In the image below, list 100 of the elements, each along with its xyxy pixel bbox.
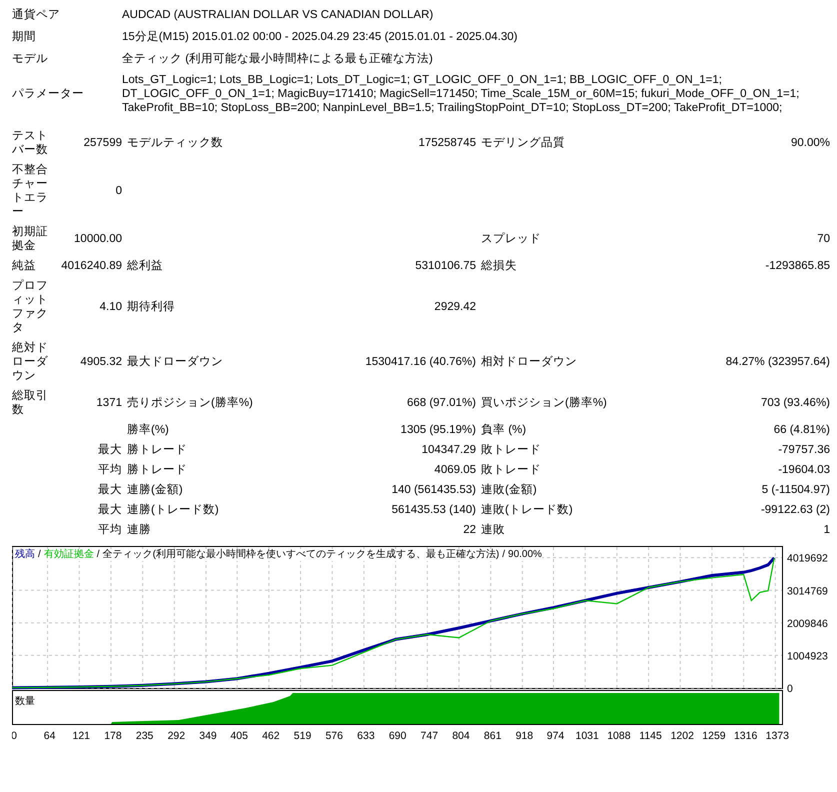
stat-label: 絶対ドローダウン bbox=[12, 340, 49, 384]
stat-label: スプレッド bbox=[481, 231, 542, 247]
x-axis-label: 747 bbox=[420, 730, 438, 742]
stat-value: 最大 bbox=[97, 482, 122, 498]
stat-value: 1530417.16 (40.76%) bbox=[364, 355, 476, 370]
stat-value: 84.27% (323957.64) bbox=[724, 355, 830, 370]
stat-value: 140 (561435.53) bbox=[390, 483, 476, 498]
stat-label: テストバー数 bbox=[12, 129, 49, 158]
stat-value: 0 bbox=[114, 184, 122, 199]
stat-value: 平均 bbox=[97, 522, 122, 538]
stat-label: 連敗(金額) bbox=[481, 482, 538, 498]
stat-value: 4016240.89 bbox=[61, 259, 122, 274]
stat-label: 連勝(金額) bbox=[127, 482, 184, 498]
legend-label: 残高 bbox=[15, 549, 35, 561]
y-axis-label: 3014769 bbox=[787, 585, 828, 598]
stat-value: 平均 bbox=[97, 462, 122, 478]
x-axis-label: 1259 bbox=[702, 730, 726, 742]
stat-label: 連敗 bbox=[481, 522, 506, 538]
stat-label: 勝トレード bbox=[127, 442, 188, 458]
stat-label: 勝トレード bbox=[127, 462, 188, 478]
x-axis-label: 1202 bbox=[670, 730, 694, 742]
x-axis-label: 1031 bbox=[576, 730, 599, 742]
stat-value: 90.00% bbox=[790, 136, 830, 151]
stat-label: モデリング品質 bbox=[481, 136, 566, 151]
stat-value: 104347.29 bbox=[420, 443, 476, 458]
field-value: 全ティック (利用可能な最小時間枠による最も正確な方法) bbox=[122, 52, 434, 66]
stat-value: -1293865.85 bbox=[764, 259, 830, 274]
stat-value: 66 (4.81%) bbox=[772, 423, 830, 438]
stat-label: 敗トレード bbox=[481, 463, 542, 478]
field-label: パラメーター bbox=[12, 87, 85, 101]
stat-value: 668 (97.01%) bbox=[406, 396, 476, 411]
field-value: AUDCAD (AUSTRALIAN DOLLAR VS CANADIAN DOLLAR) bbox=[122, 8, 434, 22]
stat-label: 連敗(トレード数) bbox=[481, 502, 574, 518]
legend-label: 有効証拠金 bbox=[44, 549, 94, 561]
stat-value: 5310106.75 bbox=[414, 259, 476, 274]
x-axis-label: 64 bbox=[44, 730, 56, 742]
x-axis-label: 974 bbox=[546, 730, 564, 742]
stat-label: 期待利得 bbox=[127, 300, 176, 315]
field-label: モデル bbox=[12, 52, 49, 66]
stat-label: プロフィットファクタ bbox=[12, 278, 49, 336]
stat-label: 総損失 bbox=[481, 258, 518, 274]
x-axis-label: 519 bbox=[294, 730, 312, 742]
stat-value: 1305 (95.19%) bbox=[400, 423, 476, 438]
x-axis-label: 1088 bbox=[607, 730, 631, 742]
legend-label: 90.00% bbox=[508, 549, 542, 561]
x-axis-label: 1373 bbox=[766, 730, 789, 742]
x-axis-label: 1145 bbox=[639, 730, 662, 742]
stat-value: 561435.53 (140) bbox=[390, 503, 476, 518]
stat-label: 総取引数 bbox=[12, 388, 49, 418]
y-axis-label: 0 bbox=[787, 683, 793, 695]
x-axis-label: 235 bbox=[136, 730, 154, 742]
x-axis-label: 349 bbox=[199, 730, 217, 742]
stat-label: 売りポジション(勝率%) bbox=[127, 396, 254, 411]
x-axis-label: 121 bbox=[72, 730, 90, 742]
stat-value: 257599 bbox=[82, 136, 122, 151]
stat-label: 負率 (%) bbox=[481, 422, 528, 438]
field-value: Lots_GT_Logic=1; Lots_BB_Logic=1; Lots_DT_Logic=1; GT_LOGIC_OFF_0_ON_1=1; BB_LOGIC_OFF_0_ON_1=1; DT_LOGIC_OFF_0_ON_1=1; MagicBuy=171410; MagicSell=171450; Time_Scale_15M_or_60M=15; fukuri_Mode_OFF_0_ON_1=1; TakeProfit_BB=10; StopLoss_BB=200; NanpinLevel_BB=1.5; TrailingStopPoint_DT=10; StopLoss_DT=200; TakeProfit_DT=1000; bbox=[122, 73, 800, 115]
stat-value: 703 (93.46%) bbox=[760, 396, 830, 411]
stat-value: 10000.00 bbox=[73, 232, 122, 247]
stat-value: 最大 bbox=[97, 502, 122, 518]
x-axis-label: 178 bbox=[104, 730, 122, 742]
x-axis-label: 405 bbox=[230, 730, 248, 742]
stat-value: 22 bbox=[462, 523, 476, 538]
stat-label: 相対ドローダウン bbox=[481, 354, 578, 370]
stat-value: 5 (-11504.97) bbox=[760, 483, 830, 498]
x-axis-label: 576 bbox=[325, 730, 343, 742]
stat-label: 純益 bbox=[12, 258, 37, 274]
stat-value: 4905.32 bbox=[79, 355, 122, 370]
stat-label: 勝率(%) bbox=[127, 422, 170, 438]
stat-label: 敗トレード bbox=[481, 443, 542, 458]
stat-label: 初期証拠金 bbox=[12, 224, 49, 254]
stat-label: 不整合チャートエラー bbox=[12, 162, 49, 220]
legend-label: / bbox=[502, 549, 506, 561]
stat-label: 連勝 bbox=[127, 522, 152, 538]
stat-value: -19604.03 bbox=[777, 463, 830, 478]
stat-label: 買いポジション(勝率%) bbox=[481, 396, 608, 411]
y-axis-label: 4019692 bbox=[787, 552, 828, 565]
x-axis-label: 690 bbox=[388, 730, 406, 742]
legend-label: 全ティック(利用可能な最小時間枠を使いすべてのティックを生成する、最も正確な方法) bbox=[102, 549, 500, 561]
field-label: 通貨ペア bbox=[12, 8, 61, 22]
x-axis-label: 861 bbox=[484, 730, 502, 742]
x-axis-label: 918 bbox=[516, 730, 534, 742]
stat-label: 最大ドローダウン bbox=[127, 354, 224, 370]
stat-value: 4.10 bbox=[98, 300, 122, 315]
field-value: 15分足(M15) 2015.01.02 00:00 - 2025.04.29 23:45 (2015.01.01 - 2025.04.30) bbox=[122, 30, 518, 44]
legend-label: / bbox=[38, 549, 41, 561]
stat-label: 総利益 bbox=[127, 258, 164, 274]
stat-value: 70 bbox=[816, 232, 830, 247]
x-axis-label: 462 bbox=[262, 730, 280, 742]
stat-label: モデルティック数 bbox=[127, 136, 224, 151]
stat-value: 1371 bbox=[95, 396, 122, 411]
volume-label: 数量 bbox=[15, 695, 35, 708]
stat-value: 2929.42 bbox=[433, 300, 476, 315]
y-axis-label: 2009846 bbox=[787, 618, 828, 630]
y-axis-label: 1004923 bbox=[787, 650, 828, 662]
stat-label: 連勝(トレード数) bbox=[127, 502, 220, 518]
stat-value: 175258745 bbox=[417, 136, 476, 151]
field-label: 期間 bbox=[12, 30, 37, 44]
stat-value: -79757.36 bbox=[777, 443, 830, 458]
x-axis-label: 804 bbox=[452, 730, 470, 742]
